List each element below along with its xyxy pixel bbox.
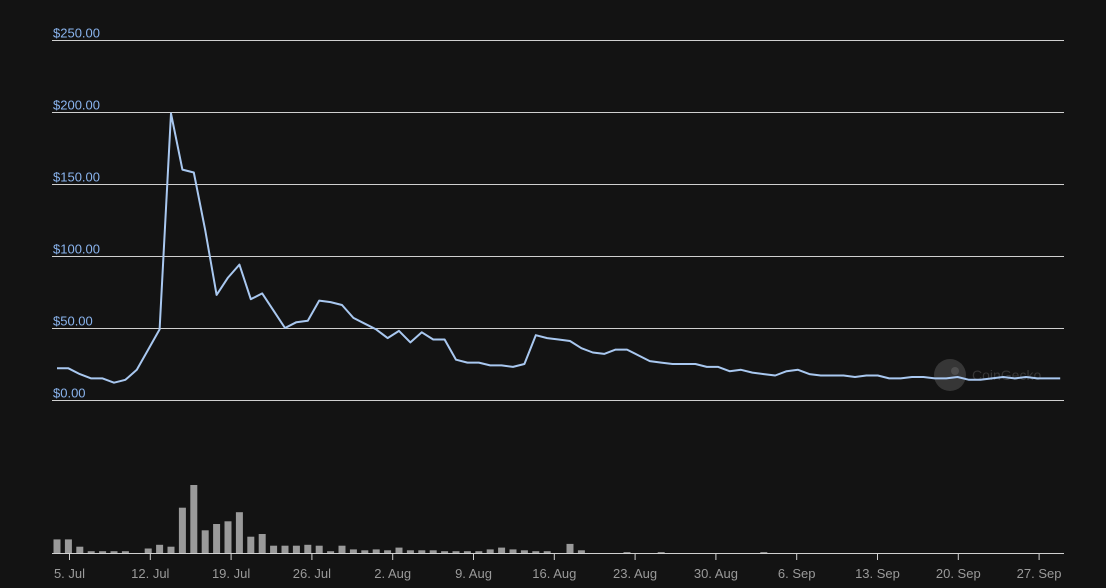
volume-bar	[110, 551, 118, 553]
volume-bars	[53, 485, 768, 553]
volume-bar	[463, 551, 471, 553]
watermark-text: CoinGecko	[972, 367, 1041, 383]
volume-bar	[76, 546, 84, 553]
y-tick-label: $150.00	[53, 170, 100, 185]
volume-bar	[53, 539, 61, 553]
y-tick-label: $0.00	[53, 386, 86, 401]
volume-bar	[281, 545, 289, 553]
y-axis-labels: $250.00 $200.00 $150.00 $100.00 $50.00 $0.00	[53, 26, 100, 401]
volume-bar	[99, 551, 107, 553]
x-tick-label: 20. Sep	[936, 566, 981, 581]
volume-bar	[304, 544, 312, 553]
volume-bar	[235, 512, 243, 553]
volume-bar	[64, 539, 72, 553]
volume-bar	[384, 550, 392, 553]
volume-bar	[418, 550, 426, 553]
volume-bar	[292, 545, 300, 553]
volume-bar	[327, 551, 335, 553]
x-tick-label: 6. Sep	[778, 566, 816, 581]
volume-bar	[509, 549, 517, 553]
volume-bar	[190, 485, 198, 553]
volume-bar	[315, 545, 323, 553]
volume-bar	[178, 507, 186, 553]
volume-bar	[429, 550, 437, 553]
gecko-eye-icon	[951, 367, 959, 375]
volume-bar	[475, 551, 483, 553]
x-tick-label: 2. Aug	[374, 566, 411, 581]
x-tick-label: 19. Jul	[212, 566, 250, 581]
volume-bar	[349, 549, 357, 553]
x-tick-label: 12. Jul	[131, 566, 169, 581]
volume-bar	[406, 550, 414, 553]
x-tick-label: 5. Jul	[54, 566, 85, 581]
price-line	[57, 112, 1061, 384]
volume-bar	[566, 543, 574, 553]
volume-bar	[498, 547, 506, 553]
volume-bar	[270, 545, 278, 553]
volume-bar	[213, 524, 221, 553]
y-tick-label: $50.00	[53, 314, 93, 329]
x-tick-label: 16. Aug	[532, 566, 576, 581]
y-tick-label: $250.00	[53, 26, 100, 41]
x-tick-label: 26. Jul	[293, 566, 331, 581]
x-tick-label: 9. Aug	[455, 566, 492, 581]
volume-bar	[247, 536, 255, 553]
volume-bar	[338, 545, 346, 553]
x-tick-label: 27. Sep	[1017, 566, 1062, 581]
volume-bar	[520, 550, 528, 553]
volume-bar	[543, 551, 551, 553]
volume-bar	[87, 551, 95, 553]
volume-bar	[452, 551, 460, 553]
volume-bar	[201, 530, 209, 553]
gecko-logo-icon	[934, 359, 966, 391]
volume-bar	[577, 550, 585, 553]
volume-bar	[167, 546, 175, 553]
volume-bar	[532, 551, 540, 553]
price-volume-chart: $250.00$200.00$150.00$100.00$50.00$0.00 …	[52, 26, 1064, 581]
coingecko-watermark: CoinGecko	[934, 359, 1041, 391]
volume-bar	[121, 551, 129, 553]
volume-bar	[258, 534, 266, 553]
volume-bar	[361, 550, 369, 553]
x-tick-label: 23. Aug	[613, 566, 657, 581]
volume-bar	[657, 552, 665, 553]
volume-bar	[224, 521, 232, 553]
volume-bar	[395, 547, 403, 553]
x-tick-label: 30. Aug	[694, 566, 738, 581]
volume-bar	[372, 549, 380, 553]
volume-bar	[156, 544, 164, 553]
x-tick-label: 13. Sep	[855, 566, 900, 581]
volume-bar	[144, 548, 152, 553]
x-axis-labels: 5. Jul 12. Jul 19. Jul 26. Jul 2. Aug 9. Aug 1…	[54, 553, 1062, 581]
y-tick-label: $200.00	[53, 98, 100, 113]
volume-bar	[760, 552, 768, 553]
volume-bar	[486, 549, 494, 553]
y-tick-label: $100.00	[53, 242, 100, 257]
volume-bar	[441, 551, 449, 553]
volume-bar	[623, 552, 631, 553]
